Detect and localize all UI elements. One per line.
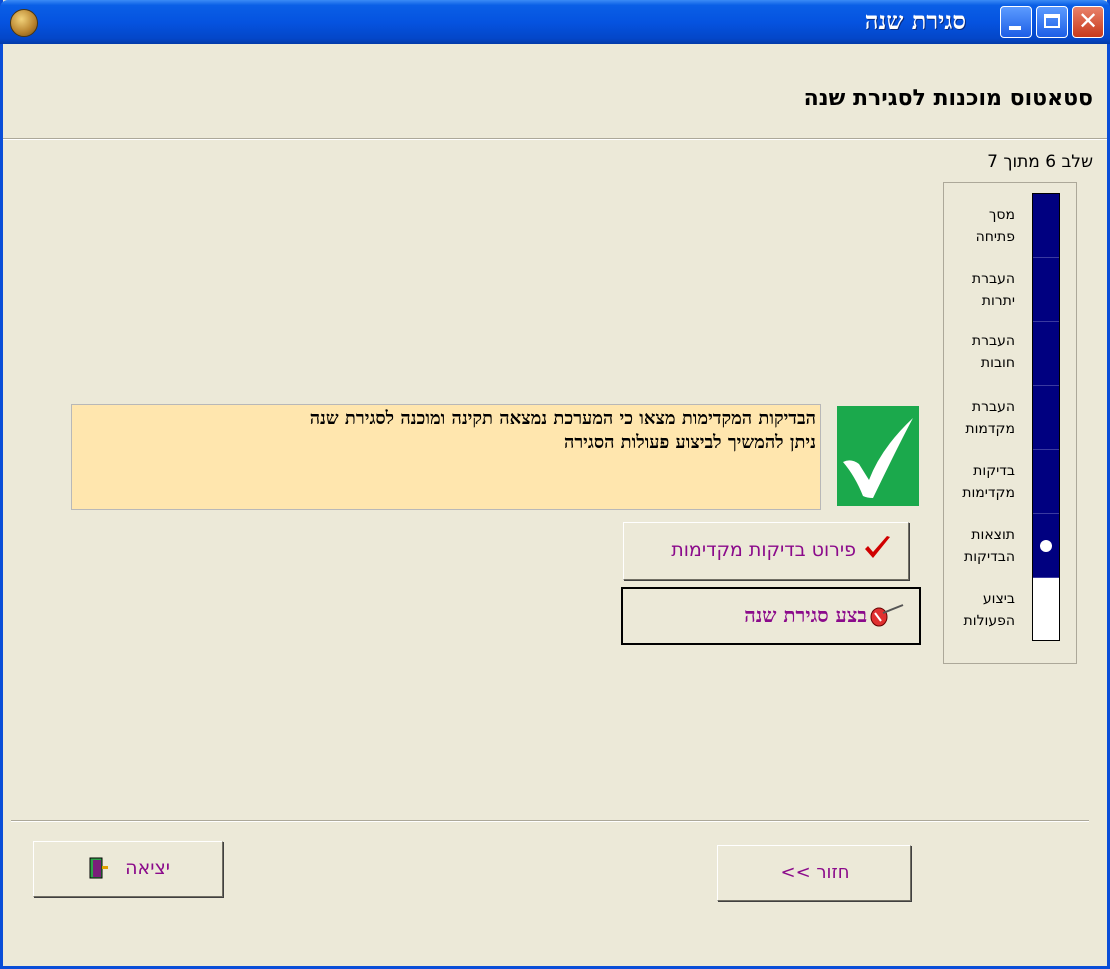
current-step-dot-icon [1040, 540, 1052, 552]
step-name-6: תוצאות הבדיקות [964, 527, 1015, 565]
back-label: חזור >> [780, 862, 850, 883]
exit-label: יציאה [125, 857, 170, 879]
title-bar[interactable]: סגירת שנה ✕ [0, 0, 1110, 44]
minimize-button[interactable] [1000, 6, 1032, 38]
step-name-4: העברת מקדמות [965, 399, 1015, 437]
year-close-window: סגירת שנה ✕ סטאטוס מוכנות לסגירת שנה שלב… [0, 0, 1110, 969]
step-name-1: מסך פתיחה [975, 207, 1015, 245]
step-segment-7 [1033, 578, 1059, 640]
step-segment-5 [1033, 450, 1059, 514]
success-tile [837, 406, 919, 506]
step-segment-1 [1033, 194, 1059, 258]
step-name-3: העברת חובות [971, 333, 1015, 371]
door-exit-icon [86, 856, 110, 884]
step-name-7: ביצוע הפעולות [963, 591, 1015, 629]
red-check-icon [862, 533, 892, 567]
step-progress-bar [1032, 193, 1060, 641]
execute-year-close-button[interactable]: בצע סגירת שנה [621, 587, 921, 645]
exit-button[interactable]: יציאה [33, 841, 223, 897]
precheck-details-label: פירוט בדיקות מקדימות [671, 539, 856, 561]
step-name-2: העברת יתרות [971, 271, 1015, 309]
window-title: סגירת שנה [864, 6, 966, 35]
status-message-box: הבדיקות המקדימות מצאו כי המערכת נמצאה תק… [71, 404, 821, 510]
maximize-icon [1044, 14, 1060, 28]
status-line-1: הבדיקות המקדימות מצאו כי המערכת נמצאה תק… [309, 408, 816, 429]
status-message: הבדיקות המקדימות מצאו כי המערכת נמצאה תק… [76, 407, 816, 455]
step-counter-label: שלב 6 מתוך 7 [987, 152, 1093, 172]
wand-icon [869, 601, 905, 635]
back-button[interactable]: חזור >> [717, 845, 911, 901]
execute-year-close-label: בצע סגירת שנה [744, 603, 867, 627]
page-title: סטאטוס מוכנות לסגירת שנה [803, 86, 1093, 111]
minimize-icon [1009, 26, 1021, 30]
maximize-button[interactable] [1036, 6, 1068, 38]
step-name-5: בדיקות מקדימות [962, 463, 1015, 501]
precheck-details-button[interactable]: פירוט בדיקות מקדימות [623, 522, 909, 580]
app-logo-icon[interactable] [10, 9, 38, 37]
step-segment-6-current [1033, 514, 1059, 578]
step-segment-2 [1033, 258, 1059, 322]
step-segment-4 [1033, 386, 1059, 450]
step-segment-3 [1033, 322, 1059, 386]
header-divider [3, 138, 1107, 140]
checkmark-icon [843, 418, 913, 498]
status-line-2: ניתן להמשיך לביצוע פעולות הסגירה [563, 432, 816, 453]
close-icon: ✕ [1078, 7, 1099, 35]
footer-divider [11, 820, 1089, 822]
close-button[interactable]: ✕ [1072, 6, 1104, 38]
